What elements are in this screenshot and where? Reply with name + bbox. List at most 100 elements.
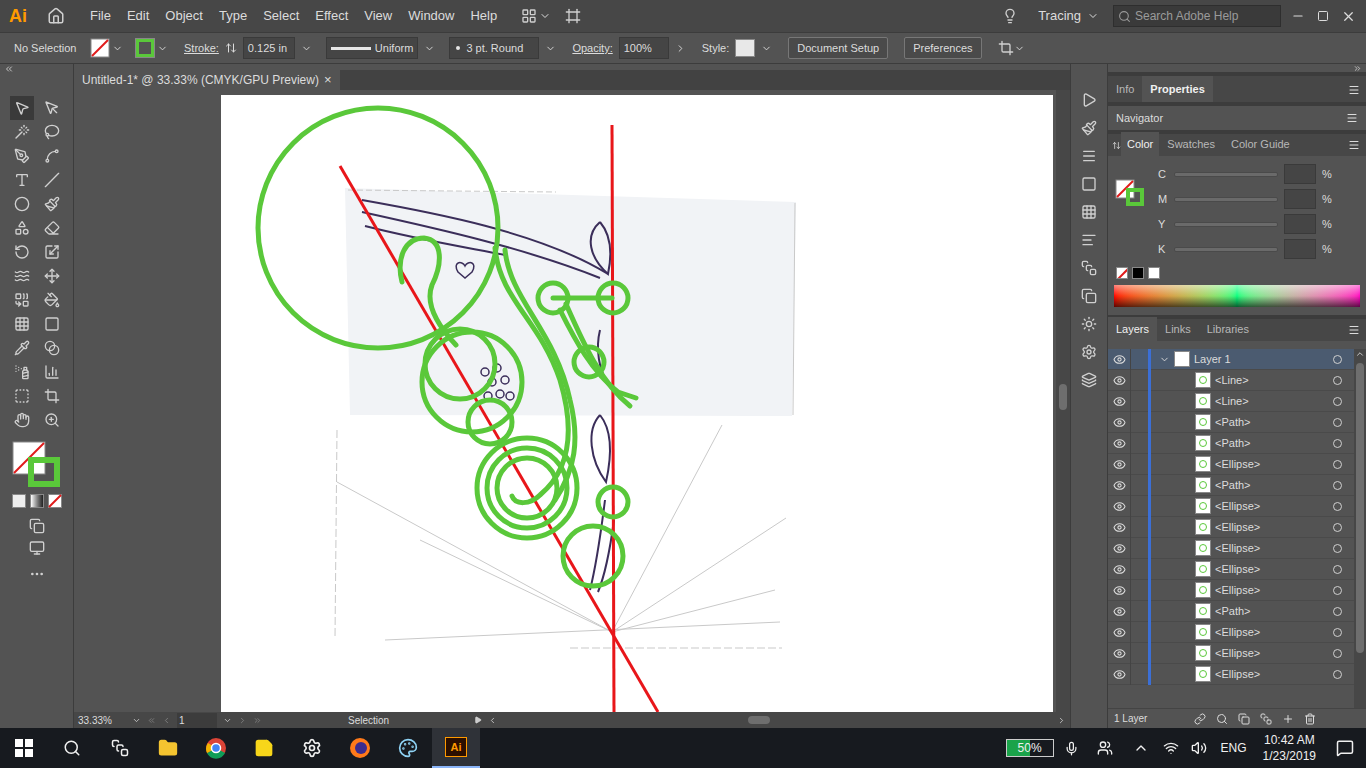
visibility-icon[interactable] — [1113, 668, 1126, 681]
channel-slider[interactable] — [1174, 247, 1278, 252]
transform-icon[interactable] — [1081, 204, 1097, 220]
layer-row[interactable]: <Ellipse> — [1108, 580, 1354, 601]
scale-tool[interactable] — [40, 240, 64, 264]
lightbulb-icon[interactable] — [1002, 8, 1018, 24]
brush-dropdown[interactable]: 3 pt. Round — [449, 37, 539, 60]
shape-builder-tool[interactable] — [10, 288, 34, 312]
rotate-tool[interactable] — [10, 240, 34, 264]
menu-item[interactable]: Help — [462, 2, 505, 30]
graph-tool[interactable] — [40, 360, 64, 384]
fill-swatch[interactable] — [90, 38, 123, 58]
panel-tab[interactable]: Layers — [1108, 317, 1157, 342]
white-swatch[interactable] — [1148, 267, 1160, 279]
visibility-icon[interactable] — [1113, 353, 1126, 366]
selection-tool[interactable] — [10, 96, 34, 120]
control-button[interactable]: Preferences — [904, 37, 981, 60]
blend-tool[interactable] — [40, 336, 64, 360]
lasso-tool[interactable] — [40, 120, 64, 144]
target-icon[interactable] — [1333, 544, 1342, 553]
channel-input[interactable] — [1284, 164, 1316, 184]
close-tab-button[interactable]: × — [324, 70, 332, 90]
visibility-icon[interactable] — [1113, 458, 1126, 471]
menu-item[interactable]: View — [356, 2, 400, 30]
visibility-icon[interactable] — [1113, 626, 1126, 639]
channel-input[interactable] — [1284, 239, 1316, 259]
visibility-icon[interactable] — [1113, 374, 1126, 387]
target-icon[interactable] — [1333, 397, 1342, 406]
language-indicator[interactable]: ENG — [1221, 739, 1247, 757]
workspace-switcher[interactable]: Tracing — [1038, 6, 1099, 26]
layer-row[interactable]: <Path> — [1108, 412, 1354, 433]
layer-row[interactable]: <Ellipse> — [1108, 454, 1354, 475]
layers-scrollbar[interactable] — [1354, 349, 1366, 708]
channel-input[interactable] — [1284, 189, 1316, 209]
visibility-icon[interactable] — [1113, 437, 1126, 450]
vertical-scrollbar[interactable] — [1056, 90, 1070, 712]
menu-item[interactable]: Edit — [119, 2, 157, 30]
free-transform-tool[interactable] — [40, 264, 64, 288]
mesh-tool[interactable] — [10, 312, 34, 336]
minimize-icon[interactable] — [1291, 9, 1305, 23]
layer-row[interactable]: <Ellipse> — [1108, 496, 1354, 517]
layer-row[interactable]: <Ellipse> — [1108, 622, 1354, 643]
screen-mode-icon[interactable] — [29, 540, 45, 556]
fill-stroke-icon[interactable] — [1114, 164, 1150, 208]
notifications-icon[interactable] — [1336, 739, 1354, 757]
actions-icon[interactable] — [1081, 92, 1097, 108]
target-icon[interactable] — [1333, 481, 1342, 490]
gpu-icon[interactable] — [565, 8, 581, 24]
layer-row[interactable]: <Ellipse> — [1108, 538, 1354, 559]
gradient-mode-icon[interactable] — [30, 494, 44, 508]
file-explorer-icon[interactable] — [144, 738, 192, 758]
symbol-sprayer-tool[interactable] — [10, 360, 34, 384]
menu-item[interactable]: Type — [211, 2, 255, 30]
opacity-field[interactable]: 100% — [619, 37, 669, 60]
panel-tab[interactable]: Properties — [1142, 76, 1212, 103]
visibility-icon[interactable] — [1113, 647, 1126, 660]
visibility-icon[interactable] — [1113, 605, 1126, 618]
settings-icon[interactable] — [288, 738, 336, 758]
close-icon[interactable] — [1341, 9, 1356, 24]
draw-mode-icon[interactable] — [29, 518, 45, 534]
stroke-icon[interactable] — [1081, 148, 1097, 164]
asset-export-icon[interactable] — [1081, 372, 1097, 388]
direct-selection-tool[interactable] — [40, 96, 64, 120]
graphic-styles-icon[interactable] — [1081, 344, 1097, 360]
align-icon[interactable] — [1081, 232, 1097, 248]
sticky-notes-icon[interactable] — [240, 738, 288, 758]
hand-tool[interactable] — [10, 408, 34, 432]
navigator-panel[interactable]: Navigator — [1108, 106, 1366, 130]
black-swatch[interactable] — [1132, 267, 1144, 279]
shaper-tool[interactable] — [10, 216, 34, 240]
people-icon[interactable] — [1097, 740, 1113, 756]
task-view-icon[interactable] — [96, 739, 144, 757]
menu-item[interactable]: Select — [255, 2, 307, 30]
panel-tab[interactable]: Color Guide — [1223, 132, 1298, 157]
layer-row[interactable]: <Line> — [1108, 391, 1354, 412]
chrome-icon[interactable] — [192, 737, 240, 759]
style-swatch[interactable] — [735, 39, 755, 57]
battery-indicator[interactable]: 50% — [1006, 739, 1054, 757]
layer-row[interactable]: <Ellipse> — [1108, 643, 1354, 664]
none-mode-icon[interactable] — [48, 494, 62, 508]
layer-row[interactable]: <Ellipse> — [1108, 517, 1354, 538]
target-icon[interactable] — [1333, 523, 1342, 532]
home-icon[interactable] — [36, 7, 76, 25]
panel-tab[interactable]: Color — [1121, 132, 1159, 157]
profile-dropdown[interactable]: Uniform — [326, 37, 419, 60]
visibility-icon[interactable] — [1113, 479, 1126, 492]
menu-item[interactable]: Window — [400, 2, 462, 30]
wifi-icon[interactable] — [1163, 740, 1179, 756]
start-button[interactable] — [0, 739, 48, 757]
target-icon[interactable] — [1333, 502, 1342, 511]
target-icon[interactable] — [1333, 376, 1342, 385]
layer-row[interactable]: <Path> — [1108, 433, 1354, 454]
clock[interactable]: 10:42 AM1/23/2019 — [1263, 732, 1316, 764]
restore-icon[interactable] — [1317, 10, 1329, 22]
layer-row[interactable]: Layer 1 — [1108, 349, 1354, 370]
visibility-icon[interactable] — [1113, 500, 1126, 513]
layer-row[interactable]: <Path> — [1108, 475, 1354, 496]
control-button[interactable]: Document Setup — [788, 37, 888, 60]
target-icon[interactable] — [1333, 628, 1342, 637]
fill-stroke-control[interactable] — [11, 440, 63, 488]
